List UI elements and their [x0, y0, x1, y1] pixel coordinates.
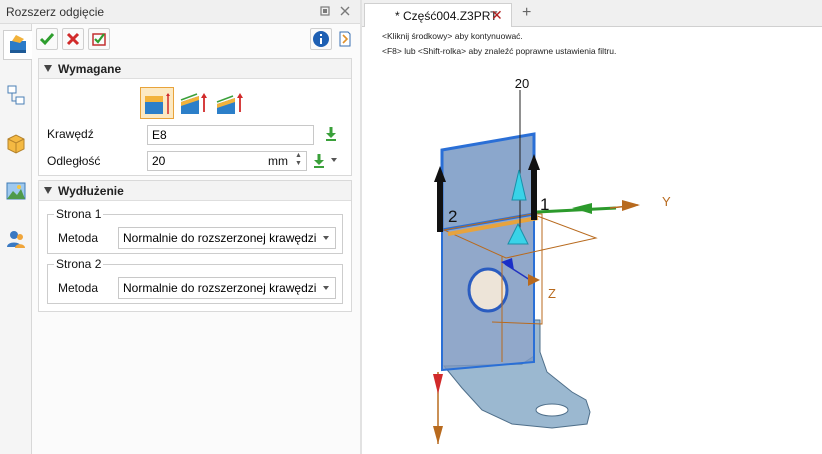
model-scene: 20 2 1 Y Z: [433, 76, 671, 444]
panel-toolbar: [32, 26, 358, 54]
flange-hole: [535, 403, 569, 417]
dimension-value: 20: [515, 76, 529, 91]
required-section-title: Wymagane: [58, 62, 122, 76]
extension-section-title: Wydłużenie: [58, 184, 124, 198]
distance-label: Odległość: [47, 154, 101, 168]
panel-title: Rozszerz odgięcie: [6, 5, 105, 19]
side2-method-select[interactable]: Normalnie do rozszerzonej krawędzi: [118, 277, 336, 299]
side1-method-value: Normalnie do rozszerzonej krawędzi: [123, 231, 317, 245]
edge-field[interactable]: E8: [147, 125, 314, 145]
cross-icon: [66, 32, 80, 46]
distance-pick-icon[interactable]: [311, 152, 327, 173]
axis-y-label: Y: [662, 194, 671, 209]
checkmark-icon: [39, 33, 55, 46]
edge-pick-icon[interactable]: [323, 125, 339, 146]
user-icon: [7, 231, 25, 248]
vertical-axis-red-arrow: [433, 374, 443, 394]
side2-group-title: Strona 2: [54, 257, 104, 271]
cancel-button[interactable]: [62, 28, 84, 50]
assembly-tree-icon: [7, 85, 25, 105]
axis-z-label: Z: [548, 286, 556, 301]
side1-group-title: Strona 1: [54, 207, 104, 221]
distance-field[interactable]: 20 mm ▲ ▼: [147, 151, 307, 171]
info-button[interactable]: [310, 28, 332, 50]
side1-group: Strona 1 Metoda Normalnie do rozszerzone…: [47, 207, 343, 254]
side2-label: 2: [448, 207, 457, 226]
mode-extend-slant-up-button[interactable]: [176, 87, 210, 119]
feature-manager-icon: [10, 35, 26, 53]
triad-y-arrow: [622, 200, 640, 211]
help-button[interactable]: [336, 28, 354, 50]
apply-button[interactable]: [88, 28, 110, 50]
chevron-down-icon: [323, 236, 329, 240]
vertical-axis-orange-arrow: [433, 426, 443, 444]
extend-slant-icon: [216, 93, 243, 114]
edge-label: Krawędź: [47, 127, 94, 141]
side2-group: Strona 2 Metoda Normalnie do rozszerzone…: [47, 257, 343, 304]
feature-manager-tab[interactable]: [3, 30, 32, 60]
mode-extend-height-button[interactable]: [140, 87, 174, 119]
mode-extend-slant-button[interactable]: [212, 87, 246, 119]
scene-image-icon: [6, 182, 26, 200]
side2-method-label: Metoda: [58, 281, 99, 295]
distance-unit: mm: [268, 154, 288, 168]
feature-panel: Rozszerz odgięcie Wymagane Krawędź E8 Od…: [0, 0, 360, 454]
distance-spinner[interactable]: ▲ ▼: [295, 152, 302, 168]
assembly-tree-tab[interactable]: [2, 80, 30, 110]
scene-image-tab[interactable]: [2, 176, 30, 206]
panel-header: Rozszerz odgięcie: [0, 0, 360, 24]
collapse-triangle-icon: [44, 187, 52, 194]
side2-method-value: Normalnie do rozszerzonej krawędzi: [123, 281, 317, 295]
side1-arrow-shaft: [531, 168, 537, 220]
graphics-viewport[interactable]: * Część004.Z3PRT ✕ + <Kliknij środkowy> …: [362, 0, 822, 454]
part-cube-tab[interactable]: [2, 128, 30, 158]
distance-value: 20: [152, 154, 166, 168]
extension-section-header[interactable]: Wydłużenie: [39, 181, 351, 201]
help-book-icon: [339, 31, 351, 47]
triad-x-arrow: [572, 203, 592, 214]
required-section: Wymagane Krawędź E8 Odległość 20 mm ▲ ▼: [38, 58, 352, 176]
side1-method-select[interactable]: Normalnie do rozszerzonej krawędzi: [118, 227, 336, 249]
distance-dropdown-icon[interactable]: [331, 158, 337, 162]
sheet-hole: [467, 267, 509, 313]
collapse-triangle-icon: [44, 65, 52, 72]
side1-method-label: Metoda: [58, 231, 99, 245]
required-section-header[interactable]: Wymagane: [39, 59, 351, 79]
part-cube-icon: [7, 134, 25, 154]
pin-icon[interactable]: [318, 4, 332, 18]
ok-button[interactable]: [36, 28, 58, 50]
chevron-down-icon: [323, 286, 329, 290]
user-tab[interactable]: [2, 224, 30, 254]
info-icon: [313, 31, 329, 47]
extend-height-icon: [145, 93, 170, 114]
close-icon[interactable]: [338, 4, 352, 18]
extend-slant-up-icon: [180, 93, 207, 114]
side-tab-strip: [0, 24, 32, 454]
side2-arrow-shaft: [437, 180, 443, 232]
extension-section: Wydłużenie Strona 1 Metoda Normalnie do …: [38, 180, 352, 312]
apply-check-icon: [92, 33, 106, 46]
